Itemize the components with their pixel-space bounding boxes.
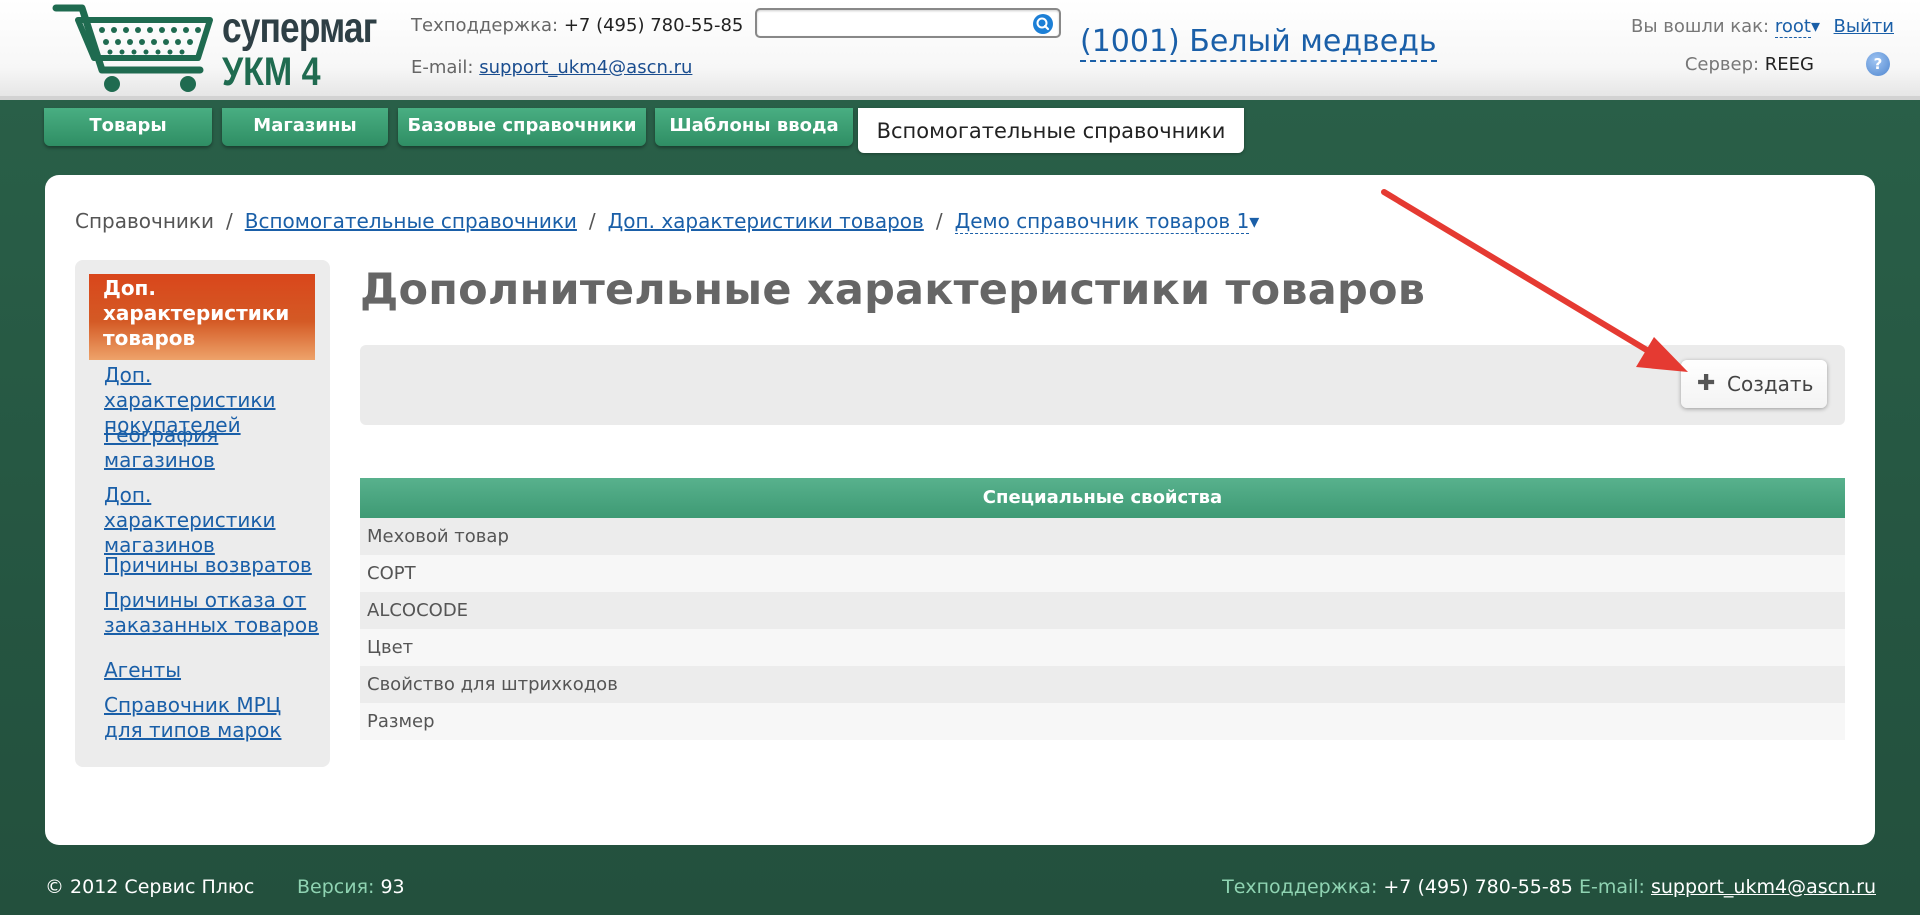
content-panel: Справочники / Вспомогательные справочники /… xyxy=(45,175,1875,845)
copyright: © 2012 Сервис Плюс xyxy=(45,876,255,898)
toolbar: ✚ Создать xyxy=(360,345,1845,425)
tab-base-directories[interactable]: Базовые справочники xyxy=(398,108,646,146)
logout-link[interactable]: Выйти xyxy=(1834,16,1894,37)
support-email-link[interactable]: support_ukm4@ascn.ru xyxy=(479,57,692,78)
footer-support-phone: +7 (495) 780-55-85 xyxy=(1383,876,1573,898)
table-body: Меховой товар СОРТ ALCOCODE Цвет Свойств… xyxy=(360,518,1845,740)
page-title: Дополнительные характеристики товаров xyxy=(360,265,1426,315)
footer-support: Техподдержка: +7 (495) 780-55-85 E-mail:… xyxy=(1222,876,1876,898)
breadcrumb-root: Справочники xyxy=(75,209,214,233)
version-number: 93 xyxy=(380,876,405,898)
logo[interactable]: супермаг УКМ 4 xyxy=(50,0,377,98)
sidebar: Доп. характеристики товаров Доп. характе… xyxy=(75,260,330,767)
search-input[interactable] xyxy=(755,8,1061,38)
tab-stores[interactable]: Магазины xyxy=(222,108,388,146)
footer-email-label: E-mail: xyxy=(1578,876,1645,898)
footer-support-label: Техподдержка: xyxy=(1222,876,1378,898)
breadcrumb-demo-directory[interactable]: Демо справочник товаров 1 xyxy=(954,209,1250,234)
chevron-down-icon[interactable]: ▾ xyxy=(1249,209,1259,233)
sidebar-item-return-reasons[interactable]: Причины возвратов xyxy=(104,553,319,578)
sidebar-item-refusal-reasons[interactable]: Причины отказа от заказанных товаров xyxy=(104,588,319,638)
table-row[interactable]: ALCOCODE xyxy=(360,592,1845,629)
breadcrumb-separator: / xyxy=(588,209,596,233)
logo-subtitle: УКМ 4 xyxy=(222,50,321,94)
table-row[interactable]: Цвет xyxy=(360,629,1845,666)
breadcrumb: Справочники / Вспомогательные справочники /… xyxy=(75,209,1259,234)
logo-title: супермаг xyxy=(222,4,377,52)
sidebar-item-agents[interactable]: Агенты xyxy=(104,658,319,683)
breadcrumb-separator: / xyxy=(225,209,233,233)
support-phone: +7 (495) 780-55-85 xyxy=(563,15,744,36)
table-row[interactable]: Размер xyxy=(360,703,1845,740)
tab-input-templates[interactable]: Шаблоны ввода xyxy=(655,108,853,146)
sidebar-item-store-characteristics[interactable]: Доп. характеристики магазинов xyxy=(104,483,319,558)
top-header: супермаг УКМ 4 Техподдержка: +7 (495) 78… xyxy=(0,0,1920,100)
server-name: REEG xyxy=(1764,54,1814,75)
breadcrumb-separator: / xyxy=(935,209,943,233)
shopping-cart-icon xyxy=(52,4,213,92)
footer-email-link[interactable]: support_ukm4@ascn.ru xyxy=(1651,876,1876,898)
help-icon[interactable]: ? xyxy=(1866,52,1890,76)
sidebar-item-product-characteristics[interactable]: Доп. характеристики товаров xyxy=(89,274,315,360)
version-label: Версия: xyxy=(297,876,375,898)
version: Версия: 93 xyxy=(297,876,405,898)
support-label: Техподдержка: xyxy=(411,15,559,36)
user-line: Вы вошли как: root▾ xyxy=(1630,16,1820,38)
search-icon[interactable] xyxy=(1033,14,1053,34)
logged-as-label: Вы вошли как: xyxy=(1630,16,1770,37)
properties-table: Специальные свойства Меховой товар СОРТ … xyxy=(360,478,1845,740)
user-menu[interactable]: root xyxy=(1774,16,1811,38)
table-header: Специальные свойства xyxy=(360,478,1845,518)
tab-auxiliary-directories[interactable]: Вспомогательные справочники xyxy=(858,108,1244,153)
user-info: Вы вошли как: root▾ Выйти Сервер: REEG ? xyxy=(1580,16,1900,86)
breadcrumb-product-characteristics[interactable]: Доп. характеристики товаров xyxy=(608,209,924,233)
server-line: Сервер: REEG xyxy=(1685,54,1814,75)
footer: © 2012 Сервис Плюс Версия: 93 Техподдерж… xyxy=(0,872,1920,912)
support-info: Техподдержка: +7 (495) 780-55-85 E-mail:… xyxy=(411,12,743,82)
chevron-down-icon[interactable]: ▾ xyxy=(1811,16,1820,37)
email-label: E-mail: xyxy=(411,57,474,78)
table-row[interactable]: Меховой товар xyxy=(360,518,1845,555)
create-button[interactable]: ✚ Создать xyxy=(1681,360,1827,408)
store-selector[interactable]: (1001) Белый медведь xyxy=(1080,24,1437,62)
sidebar-item-mrc-directory[interactable]: Справочник МРЦ для типов марок xyxy=(104,693,319,743)
table-row[interactable]: СОРТ xyxy=(360,555,1845,592)
create-button-label: Создать xyxy=(1727,372,1814,396)
table-row[interactable]: Свойство для штрихкодов xyxy=(360,666,1845,703)
plus-icon: ✚ xyxy=(1697,371,1716,396)
sidebar-item-store-geography[interactable]: География магазинов xyxy=(104,423,319,473)
breadcrumb-auxiliary[interactable]: Вспомогательные справочники xyxy=(245,209,577,233)
tab-products[interactable]: Товары xyxy=(44,108,212,146)
server-label: Сервер: xyxy=(1684,54,1760,75)
